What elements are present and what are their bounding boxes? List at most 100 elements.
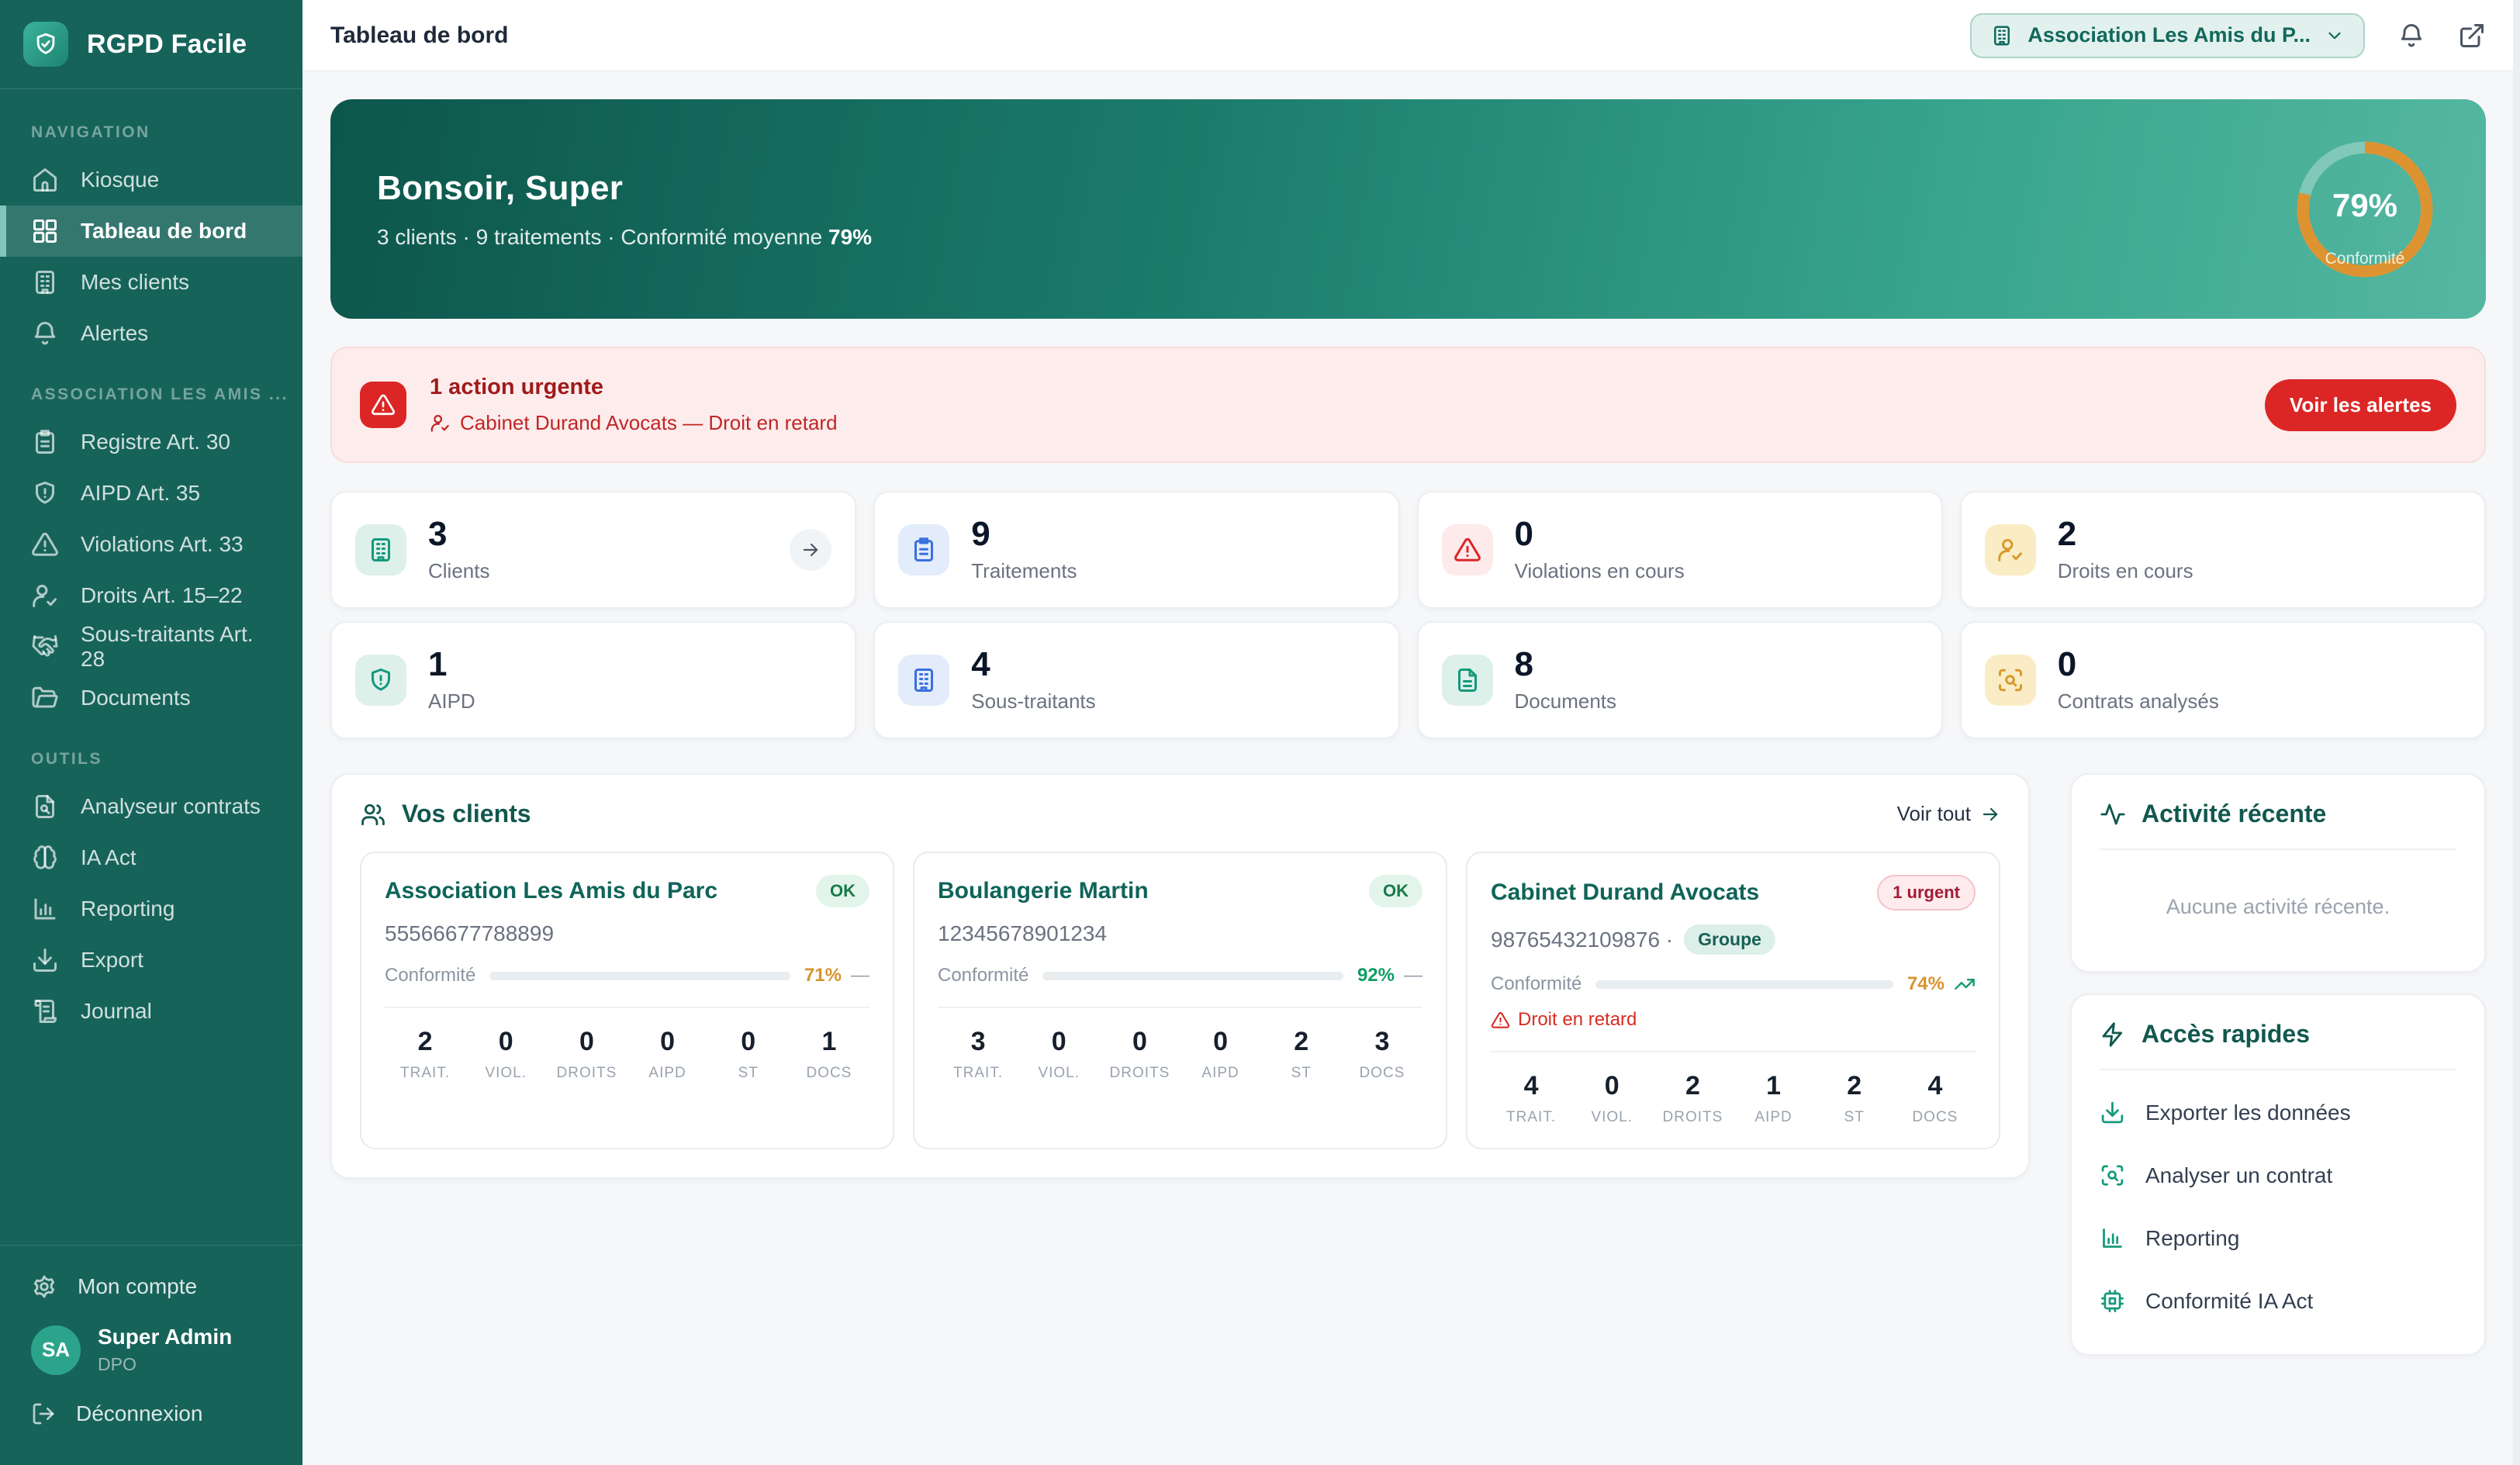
nav-item-label: Documents	[81, 686, 191, 710]
sidebar-item[interactable]: Reporting	[0, 883, 302, 935]
mini-stat: 4TRAIT.	[1491, 1071, 1571, 1126]
stat-arrow-button[interactable]	[790, 529, 831, 571]
account-button[interactable]: Mon compte	[25, 1263, 278, 1311]
sidebar-item[interactable]: Journal	[0, 986, 302, 1037]
stat-texts: 1 AIPD	[428, 648, 475, 713]
stat-tile	[1985, 524, 2036, 575]
stat-icon	[1996, 536, 2024, 564]
stat-icon	[1454, 536, 1481, 564]
nav-item-label: Analyseur contrats	[81, 794, 261, 819]
mini-stat: 2TRAIT.	[385, 1027, 465, 1082]
stat-card[interactable]: 4 Sous-traitants	[873, 621, 1399, 739]
sidebar-item[interactable]: Registre Art. 30	[0, 416, 302, 468]
mini-stat-label: DROITS	[546, 1065, 627, 1082]
sidebar-nav: NAVIGATION Kiosque Tableau de bord Mes c…	[0, 89, 302, 1037]
stat-card[interactable]: 2 Droits en cours	[1960, 491, 2486, 609]
sidebar-item[interactable]: Droits Art. 15–22	[0, 570, 302, 621]
quick-access-item[interactable]: Exporter les données	[2100, 1081, 2456, 1144]
brand: RGPD Facile	[0, 0, 302, 89]
sidebar-item[interactable]: Kiosque	[0, 154, 302, 206]
nav-item-icon	[31, 268, 59, 296]
activity-panel-header: Activité récente	[2072, 775, 2484, 828]
sidebar-item[interactable]: Documents	[0, 672, 302, 724]
trend-up	[1954, 973, 1976, 995]
stat-card[interactable]: 8 Documents	[1417, 621, 1943, 739]
client-card-top: Boulangerie Martin OK	[938, 875, 1422, 907]
stat-value: 3	[428, 517, 489, 551]
mini-stat: 2DROITS	[1652, 1071, 1733, 1126]
stat-tile	[1442, 655, 1493, 706]
mini-stat-value: 2	[1652, 1071, 1733, 1101]
mini-stat: 3TRAIT.	[938, 1027, 1018, 1082]
status-badge: OK	[816, 875, 869, 907]
mini-stat-value: 3	[1342, 1027, 1422, 1057]
clients-panel-title: Vos clients	[402, 800, 531, 828]
stat-value: 9	[971, 517, 1077, 551]
nav-item-label: Export	[81, 948, 143, 973]
nav-item-icon	[31, 217, 59, 245]
client-card[interactable]: Boulangerie Martin OK 12345678901234 Con…	[913, 852, 1447, 1149]
stat-card[interactable]: 3 Clients	[330, 491, 856, 609]
mini-stat-value: 0	[1180, 1027, 1260, 1057]
mini-stat-label: TRAIT.	[385, 1065, 465, 1082]
mini-stat-label: DOCS	[1342, 1065, 1422, 1082]
view-alerts-button[interactable]: Voir les alertes	[2265, 379, 2456, 431]
sidebar-item[interactable]: Tableau de bord	[0, 206, 302, 257]
page-title: Tableau de bord	[330, 22, 508, 49]
org-selector[interactable]: Association Les Amis du P...	[1970, 13, 2365, 58]
stat-label: Clients	[428, 559, 489, 583]
sidebar-item[interactable]: Mes clients	[0, 257, 302, 308]
user-row[interactable]: SA Super Admin DPO	[25, 1311, 278, 1389]
stat-tile	[898, 524, 949, 575]
see-all-link[interactable]: Voir tout	[1897, 802, 2000, 826]
client-card[interactable]: Association Les Amis du Parc OK 55566677…	[360, 852, 894, 1149]
quick-access-item[interactable]: Reporting	[2100, 1207, 2456, 1270]
sidebar-item[interactable]: IA Act	[0, 832, 302, 883]
mini-stat-label: ST	[708, 1065, 789, 1082]
mini-stat-label: VIOL.	[1018, 1065, 1099, 1082]
mini-stat-value: 0	[1099, 1027, 1180, 1057]
logout-button[interactable]: Déconnexion	[25, 1389, 278, 1439]
activity-panel: Activité récente Aucune activité récente…	[2070, 773, 2486, 973]
stat-card[interactable]: 0 Violations en cours	[1417, 491, 1943, 609]
quick-access-item[interactable]: Analyser un contrat	[2100, 1144, 2456, 1207]
stat-icon	[1454, 666, 1481, 694]
external-link-button[interactable]	[2458, 22, 2486, 50]
avatar: SA	[31, 1325, 81, 1375]
status-badge: OK	[1369, 875, 1422, 907]
alert-title: 1 action urgente	[430, 375, 838, 400]
stat-card[interactable]: 1 AIPD	[330, 621, 856, 739]
client-card[interactable]: Cabinet Durand Avocats 1 urgent 98765432…	[1466, 852, 2000, 1149]
mini-stat-label: ST	[1261, 1065, 1342, 1082]
sidebar-item[interactable]: AIPD Art. 35	[0, 468, 302, 519]
sidebar-item[interactable]: Sous-traitants Art. 28	[0, 621, 302, 672]
alert-texts: 1 action urgente Cabinet Durand Avocats …	[430, 375, 838, 435]
mini-stat-label: AIPD	[1180, 1065, 1260, 1082]
client-name: Cabinet Durand Avocats	[1491, 879, 1759, 907]
mini-stat-label: DOCS	[1895, 1109, 1976, 1126]
conformity-label: Conformité	[938, 965, 1028, 986]
stat-tile	[1442, 524, 1493, 575]
client-card-divider	[385, 1007, 869, 1008]
sidebar-item[interactable]: Alertes	[0, 308, 302, 359]
sidebar-item[interactable]: Analyseur contrats	[0, 781, 302, 832]
stat-card[interactable]: 9 Traitements	[873, 491, 1399, 609]
right-column: Activité récente Aucune activité récente…	[2070, 773, 2486, 1356]
nav-item-icon	[31, 428, 59, 456]
stat-icon	[1996, 666, 2024, 694]
nav-item-icon	[31, 684, 59, 712]
nav-section-association: Registre Art. 30 AIPD Art. 35 Violations…	[0, 416, 302, 724]
alert-item-text: Cabinet Durand Avocats — Droit en retard	[460, 411, 838, 435]
lower-row: Vos clients Voir tout Association Les Am…	[330, 773, 2486, 1356]
nav-item-icon	[31, 320, 59, 347]
scrollbar[interactable]	[2513, 0, 2520, 1465]
mini-stat-label: VIOL.	[1571, 1109, 1652, 1126]
nav-item-label: Violations Art. 33	[81, 532, 244, 557]
sidebar-item[interactable]: Export	[0, 935, 302, 986]
stat-texts: 0 Violations en cours	[1515, 517, 1685, 583]
notifications-button[interactable]	[2397, 22, 2425, 50]
sidebar-item[interactable]: Violations Art. 33	[0, 519, 302, 570]
quick-access-item[interactable]: Conformité IA Act	[2100, 1270, 2456, 1332]
quick-access-header: Accès rapides	[2072, 995, 2484, 1049]
stat-card[interactable]: 0 Contrats analysés	[1960, 621, 2486, 739]
